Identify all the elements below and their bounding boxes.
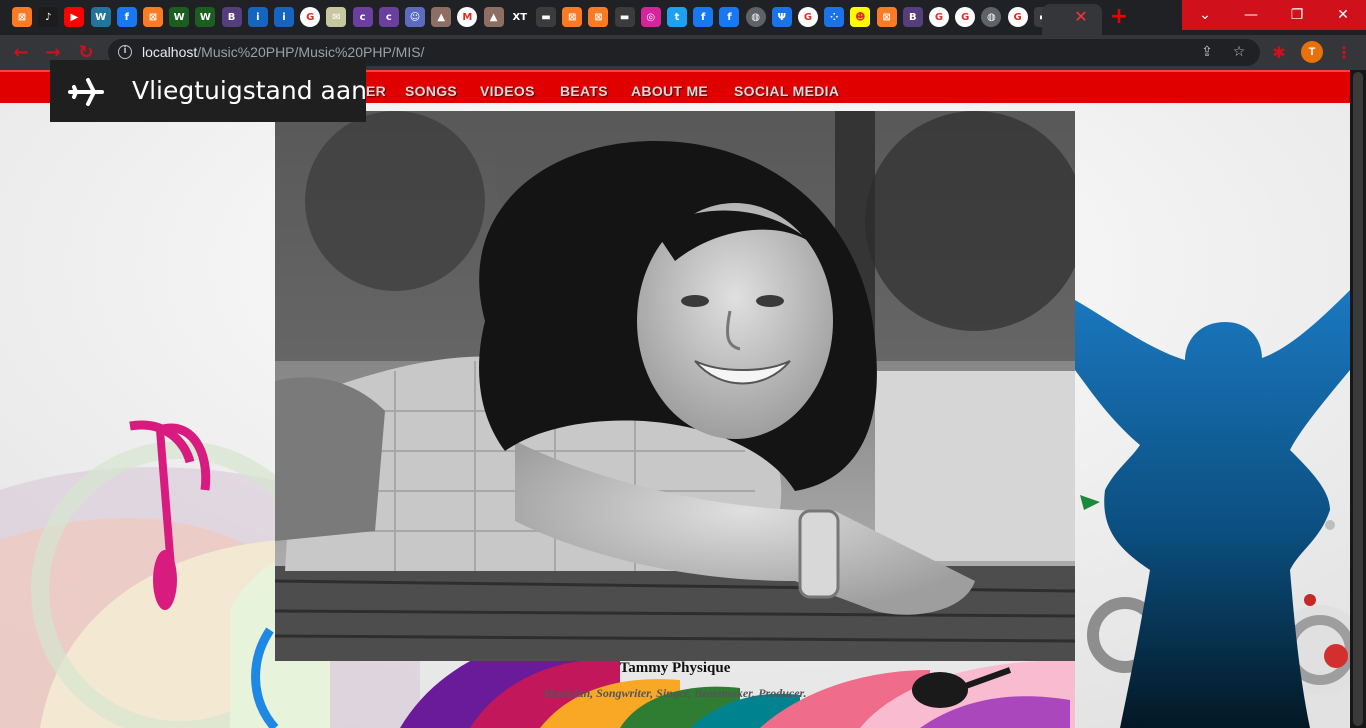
globe-icon[interactable]: ◍ xyxy=(981,7,1002,27)
artist-name: Tammy Physique xyxy=(619,660,731,676)
minimize-button[interactable]: — xyxy=(1228,0,1274,30)
close-window-button[interactable]: ✕ xyxy=(1320,0,1366,30)
facebook-icon[interactable]: f xyxy=(693,7,714,27)
notification-text: Vliegtuigstand aan xyxy=(132,76,367,105)
xampp-icon[interactable]: ⊠ xyxy=(562,7,583,27)
site-info-icon[interactable]: i xyxy=(118,45,132,59)
globe-icon[interactable]: ◍ xyxy=(745,7,766,27)
airplane-icon xyxy=(68,78,104,106)
xt-icon[interactable]: XT xyxy=(509,7,530,27)
browser-menu-icon[interactable]: ⋮ xyxy=(1336,42,1352,64)
dark-page-icon[interactable]: ▬ xyxy=(614,7,635,27)
extensions-icon[interactable]: ✱ xyxy=(1270,44,1288,62)
new-tab-button[interactable]: + xyxy=(1107,5,1131,29)
facebook-icon[interactable]: f xyxy=(719,7,740,27)
page-scrollbar[interactable] xyxy=(1350,70,1366,728)
mail-icon[interactable]: ✉ xyxy=(326,7,347,27)
dots-icon[interactable]: ⁘ xyxy=(824,7,845,27)
google-icon[interactable]: G xyxy=(929,7,949,27)
info-icon[interactable]: i xyxy=(274,7,294,27)
bootstrap-icon[interactable]: B xyxy=(221,7,242,27)
nav-item-videos[interactable]: VIDEOS xyxy=(480,83,535,99)
google-icon[interactable]: G xyxy=(798,7,818,27)
info-icon[interactable]: i xyxy=(247,7,268,27)
hat-icon[interactable]: ▲ xyxy=(483,7,504,27)
instagram-icon[interactable]: ◎ xyxy=(640,7,661,27)
back-arrow-icon[interactable]: ← xyxy=(10,42,32,64)
dark-page-icon[interactable]: ▬ xyxy=(536,7,556,27)
nav-item-songs[interactable]: SONGS xyxy=(405,83,457,99)
page-viewport: ER SONGS VIDEOS BEATS ABOUT ME SOCIAL ME… xyxy=(0,70,1350,728)
w-green-icon[interactable]: W xyxy=(169,7,190,27)
xampp-icon[interactable]: ⊠ xyxy=(876,7,897,27)
airplane-mode-notification[interactable]: Vliegtuigstand aan xyxy=(50,60,367,122)
youtube-icon[interactable]: ▶ xyxy=(64,7,85,27)
url-text[interactable]: localhost/Music%20PHP/Music%20PHP/MIS/ xyxy=(142,44,424,60)
chat-icon[interactable]: ☺ xyxy=(405,7,425,27)
url-path: /Music%20PHP/Music%20PHP/MIS/ xyxy=(197,44,425,60)
nav-item-social-media[interactable]: SOCIAL MEDIA xyxy=(734,83,839,99)
snapchat-icon[interactable]: ☻ xyxy=(850,7,871,27)
coloris-icon[interactable]: c xyxy=(378,7,399,27)
share-icon[interactable]: ⇪ xyxy=(1198,43,1216,61)
xampp-icon[interactable]: ⊠ xyxy=(588,7,609,27)
coloris-icon[interactable]: c xyxy=(352,7,373,27)
xampp-icon[interactable]: ⊠ xyxy=(143,7,163,27)
url-host: localhost xyxy=(142,44,198,60)
gmail-icon[interactable]: M xyxy=(457,7,478,27)
twitter-icon[interactable]: t xyxy=(667,7,687,27)
google-icon[interactable]: G xyxy=(1007,7,1028,27)
nav-item-home[interactable]: ER xyxy=(366,83,386,99)
psi-icon[interactable]: Ψ xyxy=(771,7,792,27)
restore-button[interactable]: ❐ xyxy=(1274,0,1320,30)
bookmark-star-icon[interactable]: ☆ xyxy=(1230,43,1248,61)
facebook-icon[interactable]: f xyxy=(116,7,137,27)
tab-search-button[interactable]: ⌄ xyxy=(1182,0,1228,30)
bootstrap-icon[interactable]: B xyxy=(902,7,923,27)
hat-icon[interactable]: ▲ xyxy=(431,7,452,27)
google-icon[interactable]: G xyxy=(955,7,976,27)
nav-item-about-me[interactable]: ABOUT ME xyxy=(631,83,708,99)
wordpress-icon[interactable]: W xyxy=(90,7,111,27)
profile-avatar[interactable]: T xyxy=(1301,41,1323,63)
artist-roles: Musician, Songwriter, Singer, Beatsmaker… xyxy=(543,686,807,700)
tab-close-icon[interactable]: ✕ xyxy=(1072,7,1090,27)
music-note-icon[interactable]: ♪ xyxy=(38,7,59,27)
nav-item-beats[interactable]: BEATS xyxy=(560,83,608,99)
google-icon[interactable]: G xyxy=(300,7,321,27)
xampp-icon[interactable]: ⊠ xyxy=(12,7,32,27)
tab-strip: ⊠ ♪ ▶ Wf ⊠ W W Bi i G ✉ c c ☺ ▲ M ▲ XT ▬ ⊠ ⊠ ▬ ◎ t f f ◍ Ψ G ⁘ ☻ ⊠ B G G ◍ G… xyxy=(0,0,1366,35)
artist-photo xyxy=(275,111,1075,661)
scrollbar-thumb[interactable] xyxy=(1353,72,1363,726)
w-green-icon[interactable]: W xyxy=(195,7,216,27)
